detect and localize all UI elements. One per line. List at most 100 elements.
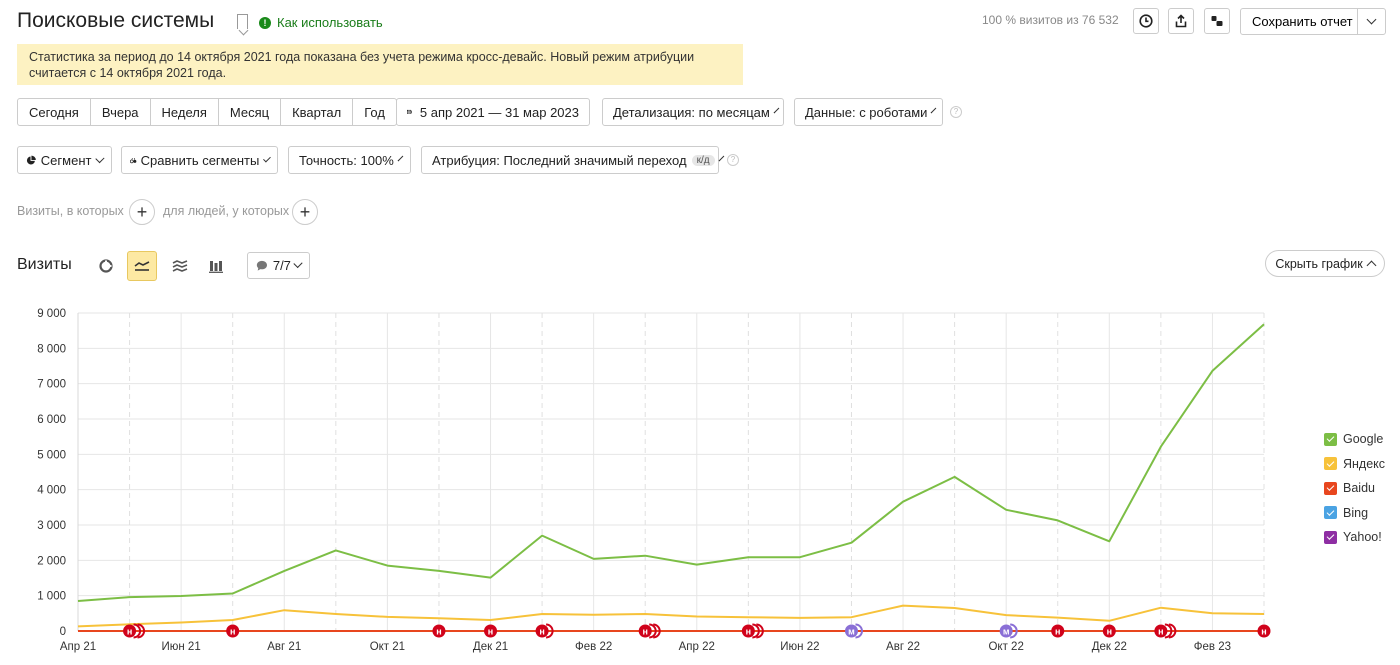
legend-label: Yahoo! — [1343, 530, 1382, 545]
period-yesterday[interactable]: Вчера — [91, 99, 151, 125]
history-button[interactable] — [1133, 8, 1159, 34]
add-visit-filter-button[interactable]: + — [129, 199, 155, 225]
pie-icon — [26, 155, 36, 164]
series-line-yandex — [77, 604, 1265, 628]
legend-item-bing[interactable]: Bing — [1324, 501, 1385, 526]
legend-item-google[interactable]: Google — [1324, 427, 1385, 452]
annotations-dropdown[interactable]: 7/7 — [247, 252, 310, 279]
settings-button[interactable] — [1204, 8, 1230, 34]
annotation-marker-label: н — [488, 627, 493, 637]
save-report-label: Сохранить отчет — [1252, 14, 1353, 29]
chevron-down-icon — [263, 154, 271, 162]
line-chart-icon — [134, 261, 150, 271]
y-tick-label: 3 000 — [37, 520, 66, 532]
data-dropdown[interactable]: Данные: с роботами — [794, 98, 943, 126]
save-report-dropdown[interactable] — [1357, 9, 1385, 34]
x-tick-label: Окт 21 — [370, 641, 405, 653]
hide-chart-button[interactable]: Скрыть график — [1265, 250, 1385, 277]
annotation-marker-label: н — [746, 627, 751, 637]
share-icon — [1175, 14, 1187, 28]
visits-line-chart: 0 1 000 2 000 3 000 4 000 5 000 6 000 7 000 8 00… — [37, 308, 1271, 653]
chart-legend: Google Яндекс Baidu Bing Yahoo! — [1324, 427, 1385, 550]
checkbox-icon — [1324, 432, 1337, 446]
legend-item-yahoo[interactable]: Yahoo! — [1324, 525, 1385, 550]
legend-label: Baidu — [1343, 481, 1375, 496]
annotation-marker-label: н — [436, 627, 441, 637]
annotation-marker-label: н — [230, 627, 235, 637]
y-tick-label: 5 000 — [37, 449, 66, 461]
x-tick-label: Фев 23 — [1194, 641, 1231, 653]
x-tick-label: Июн 21 — [162, 641, 201, 653]
x-tick-label: Окт 22 — [988, 641, 1023, 653]
people-filter-label: для людей, у которых — [163, 204, 290, 218]
period-month[interactable]: Месяц — [219, 99, 282, 125]
chevron-up-icon — [1366, 260, 1377, 271]
chevron-down-icon — [931, 107, 937, 113]
export-button[interactable] — [1168, 8, 1194, 34]
legend-label: Яндекс — [1343, 456, 1386, 471]
y-tick-label: 2 000 — [37, 555, 66, 567]
chart-type-line[interactable] — [127, 251, 157, 281]
checkbox-icon — [1324, 530, 1337, 544]
annotation-marker-label: н — [642, 627, 647, 637]
y-tick-label: 9 000 — [37, 308, 66, 320]
period-presets: Сегодня Вчера Неделя Месяц Квартал Год — [17, 98, 397, 126]
save-report-button[interactable]: Сохранить отчет — [1240, 8, 1386, 35]
annotation-marker-label: н — [1158, 627, 1163, 637]
y-tick-label: 1 000 — [37, 591, 66, 603]
period-quarter[interactable]: Квартал — [281, 99, 354, 125]
chart-type-pie[interactable] — [91, 251, 121, 281]
y-tick-label: 4 000 — [37, 485, 66, 497]
detail-dropdown[interactable]: Детализация: по месяцам — [602, 98, 784, 126]
legend-label: Bing — [1343, 505, 1369, 520]
attribution-dropdown[interactable]: Атрибуция: Последний значимый переход к/… — [421, 146, 724, 174]
period-year[interactable]: Год — [353, 99, 396, 125]
bookmark-icon[interactable] — [237, 14, 248, 29]
blocks-icon — [1211, 16, 1223, 26]
legend-item-yandex[interactable]: Яндекс — [1324, 452, 1385, 477]
bar-chart-icon — [209, 260, 223, 273]
page-title: Поисковые системы — [17, 9, 215, 32]
help-icon[interactable]: ? — [950, 106, 962, 118]
checkbox-icon — [1324, 481, 1337, 495]
x-tick-label: Июн 22 — [780, 641, 819, 653]
y-tick-label: 0 — [60, 626, 66, 638]
checkbox-icon — [1324, 506, 1337, 520]
compare-segments-dropdown[interactable]: Сравнить сегменты — [121, 146, 278, 174]
chevron-down-icon — [95, 153, 105, 163]
add-people-filter-button[interactable]: + — [292, 199, 318, 225]
calendar-icon — [407, 109, 412, 114]
chart-type-bar[interactable] — [201, 251, 231, 281]
annotation-marker-label: н — [1107, 627, 1112, 637]
series-line-google — [77, 323, 1265, 602]
period-today[interactable]: Сегодня — [18, 99, 91, 125]
how-to-use-link[interactable]: ! Как использовать — [259, 15, 383, 30]
attribution-badge: к/д — [691, 154, 715, 166]
y-tick-label: 8 000 — [37, 343, 66, 355]
legend-item-baidu[interactable]: Baidu — [1324, 476, 1385, 501]
date-range-picker[interactable]: 5 апр 2021 — 31 мар 2023 — [396, 98, 590, 126]
attribution-notice: Статистика за период до 14 октября 2021 … — [17, 44, 743, 85]
pie-chart-icon — [99, 259, 113, 273]
x-tick-label: Апр 21 — [60, 641, 96, 653]
visits-filter-label: Визиты, в которых — [17, 204, 124, 218]
chevron-down-icon — [773, 107, 780, 113]
y-tick-label: 7 000 — [37, 379, 66, 391]
hide-chart-label: Скрыть график — [1275, 256, 1363, 271]
segment-dropdown[interactable]: Сегмент — [17, 146, 112, 174]
data-label: Данные: с роботами — [805, 104, 928, 120]
how-to-use-label: Как использовать — [277, 15, 383, 30]
checkbox-icon — [1324, 457, 1337, 471]
help-icon[interactable]: ? — [727, 154, 739, 166]
segment-label: Сегмент — [40, 152, 92, 168]
accuracy-dropdown[interactable]: Точность: 100% — [288, 146, 411, 174]
chart-title: Визиты — [17, 256, 72, 273]
annotation-marker-label: н — [1055, 627, 1060, 637]
plus-icon: + — [299, 201, 311, 222]
x-tick-label: Дек 21 — [473, 641, 508, 653]
annotation-marker-label: м — [848, 627, 855, 637]
chart-type-area[interactable] — [165, 251, 195, 281]
chevron-down-icon — [397, 155, 404, 161]
period-week[interactable]: Неделя — [151, 99, 219, 125]
annotation-marker-label: м — [1003, 627, 1010, 637]
